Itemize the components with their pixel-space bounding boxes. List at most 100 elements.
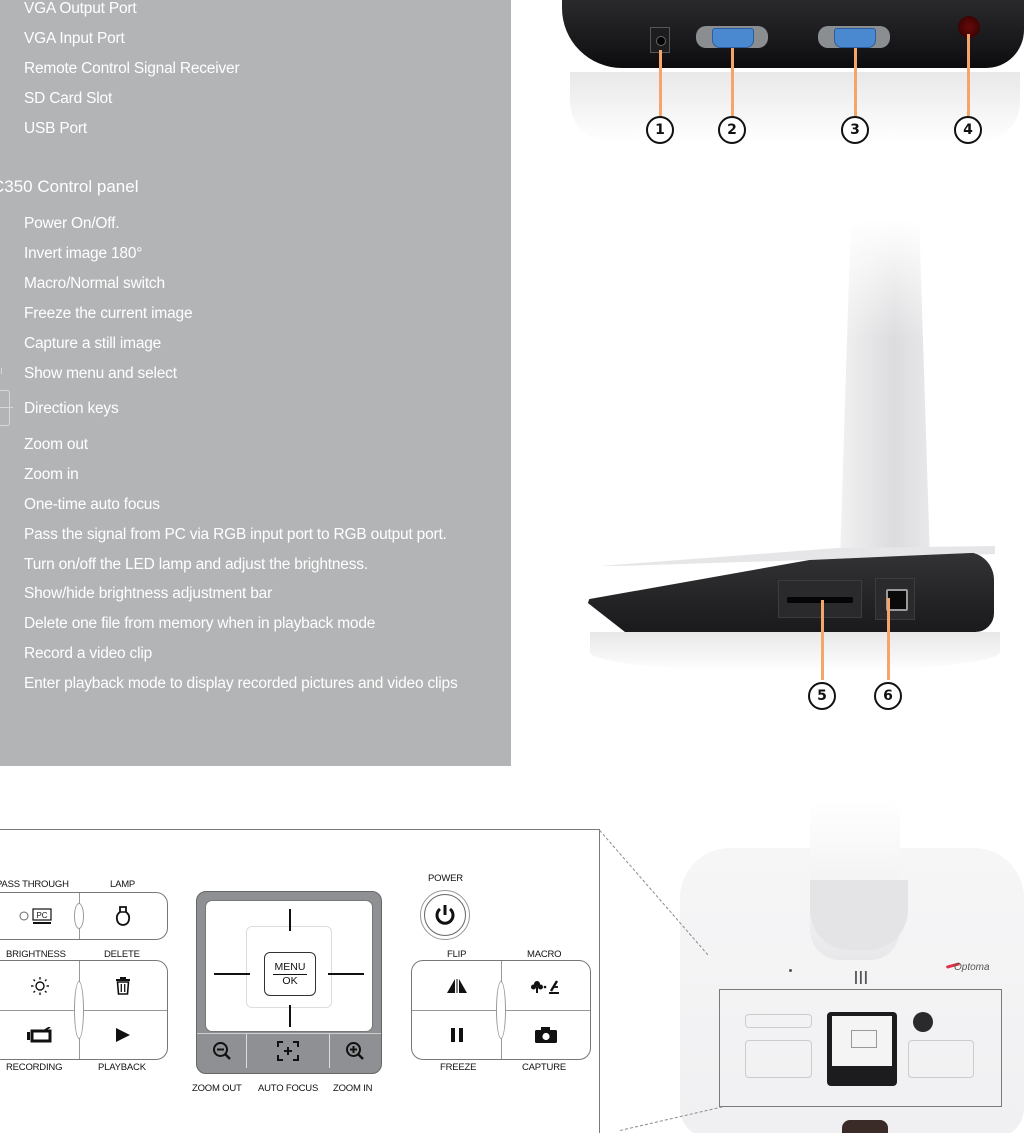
recording-button[interactable] bbox=[1, 1011, 79, 1059]
control-description: Zoom in bbox=[24, 466, 79, 483]
macro-flower-microscope-icon bbox=[531, 979, 559, 994]
video-camera-icon bbox=[27, 1027, 52, 1043]
mini-dpad bbox=[827, 1012, 897, 1086]
section-heading: C350 Control panel bbox=[0, 177, 139, 196]
flip-icon bbox=[446, 978, 467, 993]
zoom-in-label: ZOOM IN bbox=[333, 1083, 373, 1094]
callout-line bbox=[659, 50, 662, 116]
connection-item: USB Port bbox=[24, 120, 88, 137]
brightness-delete-recording-playback-group bbox=[0, 960, 168, 1060]
pass-through-label: PASS THROUGH bbox=[0, 879, 69, 890]
auto-focus-label: AUTO FOCUS bbox=[258, 1083, 319, 1094]
pause-icon bbox=[450, 1028, 463, 1042]
neck-base bbox=[810, 880, 908, 950]
microphone-icon bbox=[789, 969, 792, 972]
control-description: Invert image 180° bbox=[24, 245, 143, 262]
recording-label: RECORDING bbox=[6, 1062, 63, 1073]
vga-output-port bbox=[696, 26, 768, 48]
control-description: Show menu and select bbox=[24, 365, 177, 382]
direction-pad: MENU OK bbox=[205, 900, 373, 1032]
speaker-grill: ||| bbox=[854, 968, 869, 984]
lamp-icon bbox=[115, 906, 131, 926]
callout-line bbox=[854, 48, 857, 116]
trash-icon bbox=[116, 976, 130, 995]
menu-key-icon bbox=[0, 368, 2, 374]
playback-button[interactable] bbox=[80, 1011, 166, 1059]
menu-ok-button[interactable]: MENU OK bbox=[264, 952, 316, 996]
brightness-sun-icon bbox=[31, 976, 49, 995]
control-panel-highlight bbox=[719, 989, 1002, 1107]
lamp-button[interactable] bbox=[80, 893, 166, 939]
device-reflection bbox=[570, 72, 1020, 142]
connection-item: Remote Control Signal Receiver bbox=[24, 60, 240, 77]
dpad-cluster: MENU OK bbox=[196, 891, 382, 1074]
flip-label: FLIP bbox=[447, 949, 467, 960]
auto-focus-button[interactable] bbox=[247, 1034, 330, 1068]
menu-text: MENU bbox=[272, 960, 308, 975]
bottom-port bbox=[842, 1120, 888, 1133]
control-description: Enter playback mode to display recorded … bbox=[24, 675, 458, 692]
capture-button[interactable] bbox=[502, 1011, 590, 1059]
capture-label: CAPTURE bbox=[522, 1062, 566, 1073]
freeze-label: FREEZE bbox=[440, 1062, 477, 1073]
connection-item: VGA Input Port bbox=[24, 30, 125, 47]
power-label: POWER bbox=[428, 873, 463, 884]
control-description: Delete one file from memory when in play… bbox=[24, 615, 376, 632]
pass-through-button[interactable]: PC bbox=[1, 893, 79, 939]
control-description: Freeze the current image bbox=[24, 305, 193, 322]
mini-button-group bbox=[745, 1014, 812, 1028]
neck-fade bbox=[840, 220, 930, 340]
brand-logo: Optoma bbox=[954, 962, 990, 973]
base-reflection bbox=[590, 632, 1000, 672]
callout-line bbox=[887, 598, 890, 680]
direction-keys-icon bbox=[0, 390, 13, 426]
mini-power-button bbox=[913, 1012, 933, 1032]
left-key[interactable] bbox=[214, 973, 250, 975]
vga-input-port bbox=[818, 26, 890, 48]
zoom-out-label: ZOOM OUT bbox=[192, 1083, 242, 1094]
flip-macro-freeze-capture-group bbox=[411, 960, 591, 1060]
flip-button[interactable] bbox=[412, 961, 501, 1010]
power-ring bbox=[424, 894, 466, 936]
device-body bbox=[562, 0, 1024, 68]
power-button[interactable] bbox=[420, 890, 470, 940]
pc-pass-through-icon: PC bbox=[19, 908, 52, 924]
control-description: One-time auto focus bbox=[24, 496, 160, 513]
ok-text: OK bbox=[282, 974, 298, 987]
control-description: Pass the signal from PC via RGB input po… bbox=[24, 526, 447, 543]
camera-icon bbox=[535, 1027, 557, 1043]
freeze-button[interactable] bbox=[412, 1011, 501, 1059]
callout-badge: 5 bbox=[808, 682, 836, 710]
up-key[interactable] bbox=[289, 909, 291, 931]
usb-port bbox=[875, 578, 915, 620]
zoom-in-icon bbox=[346, 1042, 364, 1060]
down-key[interactable] bbox=[289, 1005, 291, 1027]
playback-label: PLAYBACK bbox=[98, 1062, 146, 1073]
macro-button[interactable] bbox=[502, 961, 590, 1010]
callout-line bbox=[731, 48, 734, 116]
brightness-button[interactable] bbox=[1, 961, 79, 1010]
control-description: Turn on/off the LED lamp and adjust the … bbox=[24, 556, 368, 573]
info-panel: VGA Output Port VGA Input Port Remote Co… bbox=[0, 0, 511, 766]
delete-label: DELETE bbox=[104, 949, 140, 960]
zoom-out-button[interactable] bbox=[197, 1034, 247, 1068]
play-icon bbox=[116, 1028, 130, 1042]
control-description: Record a video clip bbox=[24, 645, 153, 662]
device-side-photo: 5 6 bbox=[520, 220, 1024, 720]
callout-badge: 1 bbox=[646, 116, 674, 144]
control-description: Direction keys bbox=[24, 400, 119, 417]
zoom-in-button[interactable] bbox=[330, 1034, 380, 1068]
control-description: Power On/Off. bbox=[24, 215, 120, 232]
device-back-photo: 1 2 3 4 bbox=[520, 0, 1024, 160]
pass-through-lamp-group: PC bbox=[0, 892, 168, 940]
sd-card-slot bbox=[778, 580, 862, 618]
connection-item: SD Card Slot bbox=[24, 90, 113, 107]
pc-badge-text: PC bbox=[36, 911, 47, 920]
auto-focus-icon bbox=[277, 1041, 299, 1061]
callout-line bbox=[821, 600, 824, 680]
right-key[interactable] bbox=[328, 973, 364, 975]
control-description: Show/hide brightness adjustment bar bbox=[24, 585, 273, 602]
delete-button[interactable] bbox=[80, 961, 166, 1010]
callout-badge: 2 bbox=[718, 116, 746, 144]
brightness-label: BRIGHTNESS bbox=[6, 949, 66, 960]
